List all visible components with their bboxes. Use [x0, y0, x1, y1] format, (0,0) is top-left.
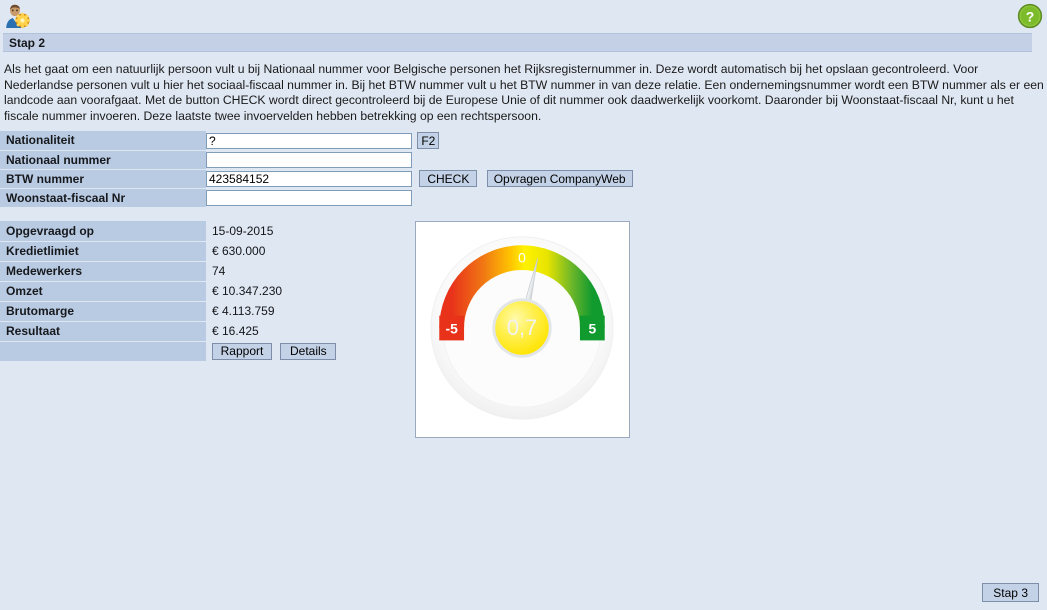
user-settings-icon [4, 3, 31, 29]
value-kredietlimiet: € 630.000 [212, 244, 266, 258]
f2-lookup-button[interactable]: F2 [417, 132, 440, 149]
label-btw-nummer: BTW nummer [0, 169, 206, 189]
check-button[interactable]: CHECK [419, 170, 478, 187]
rapport-button[interactable]: Rapport [212, 342, 272, 360]
label-omzet: Omzet [0, 281, 206, 302]
value-medewerkers: 74 [212, 264, 226, 278]
field-cell-nationaliteit: F2 [206, 131, 1047, 150]
label-woonstaat-fiscaal-nr: Woonstaat-fiscaal Nr [0, 188, 206, 208]
field-cell-btw-nummer: CHECK Opvragen CompanyWeb [206, 169, 1047, 188]
step-title-bar: Stap 2 [3, 33, 1032, 52]
label-kredietlimiet: Kredietlimiet [0, 241, 206, 262]
field-cell-woonstaat-fiscaal-nr [206, 188, 1047, 207]
actions-cell: Rapport Details [206, 341, 410, 361]
label-nationaal-nummer: Nationaal nummer [0, 150, 206, 170]
table-row: Opgevraagd op 15-09-2015 [0, 221, 410, 242]
intro-paragraph: Als het gaat om een natuurlijk persoon v… [4, 62, 1044, 123]
gauge-tick-min: -5 [446, 320, 459, 336]
btw-nummer-input[interactable] [206, 170, 412, 187]
companyweb-details-table: Opgevraagd op 15-09-2015 Kredietlimiet €… [0, 221, 410, 362]
label-resultaat: Resultaat [0, 321, 206, 342]
form-row-nationaliteit: Nationaliteit F2 [0, 131, 1047, 151]
table-row: Omzet € 10.347.230 [0, 281, 410, 302]
identification-form: Nationaliteit F2 Nationaal nummer BTW nu… [0, 131, 1047, 208]
woonstaat-fiscaal-nr-input[interactable] [206, 189, 412, 206]
svg-text:?: ? [1026, 8, 1035, 24]
field-cell-nationaal-nummer [206, 150, 1047, 169]
label-brutomarge: Brutomarge [0, 301, 206, 322]
nationaal-nummer-input[interactable] [206, 151, 412, 168]
value-brutomarge: € 4.113.759 [212, 304, 275, 318]
label-medewerkers: Medewerkers [0, 261, 206, 282]
value-opgevraagd-op: 15-09-2015 [212, 224, 274, 238]
label-nationaliteit: Nationaliteit [0, 131, 206, 151]
gauge-value-label: 0,7 [507, 315, 537, 340]
gauge-chart: -5 0 5 0,7 [430, 236, 614, 420]
table-row: Kredietlimiet € 630.000 [0, 241, 410, 262]
help-question-icon[interactable]: ? [1017, 3, 1043, 29]
page-title: Stap 2 [9, 35, 46, 50]
details-button[interactable]: Details [280, 342, 337, 360]
nationaliteit-input[interactable] [206, 132, 412, 149]
table-row: Resultaat € 16.425 [0, 321, 410, 342]
form-row-nationaal-nummer: Nationaal nummer [0, 150, 1047, 170]
table-row: Medewerkers 74 [0, 261, 410, 282]
opvragen-companyweb-button[interactable]: Opvragen CompanyWeb [486, 170, 633, 187]
label-actions-empty [0, 341, 206, 362]
top-bar: ? [0, 0, 1047, 31]
form-row-btw-nummer: BTW nummer CHECK Opvragen CompanyWeb [0, 169, 1047, 189]
table-row-actions: Rapport Details [0, 341, 410, 362]
creditscore-gauge-panel: -5 0 5 0,7 [415, 221, 630, 438]
gauge-tick-max: 5 [588, 320, 596, 336]
gauge-tick-mid: 0 [518, 250, 526, 266]
section-divider [0, 208, 1047, 218]
table-row: Brutomarge € 4.113.759 [0, 301, 410, 322]
value-omzet: € 10.347.230 [212, 284, 283, 298]
value-resultaat: € 16.425 [212, 324, 259, 338]
form-row-woonstaat-fiscaal-nr: Woonstaat-fiscaal Nr [0, 188, 1047, 208]
stap3-next-button[interactable]: Stap 3 [982, 583, 1039, 602]
label-opgevraagd-op: Opgevraagd op [0, 221, 206, 242]
